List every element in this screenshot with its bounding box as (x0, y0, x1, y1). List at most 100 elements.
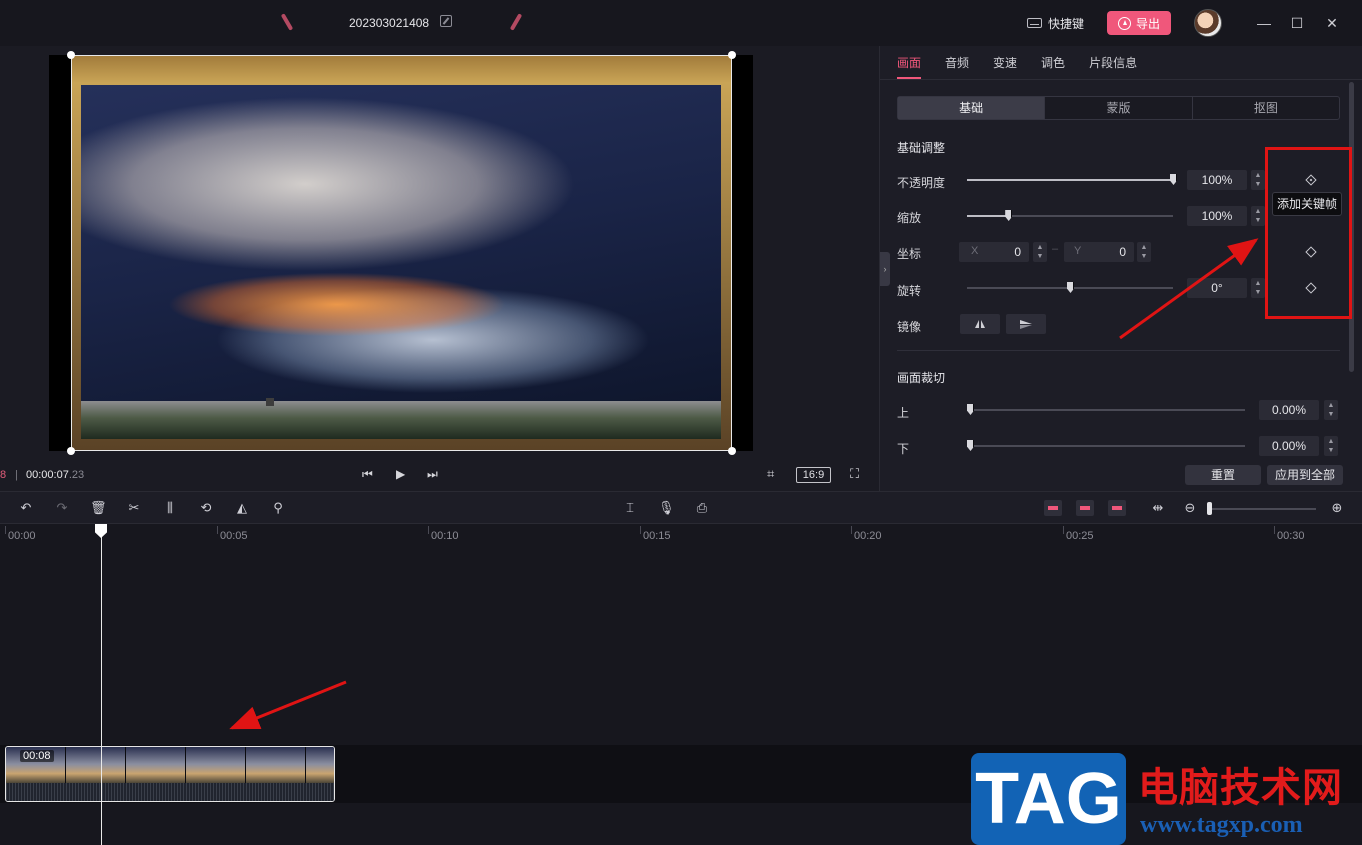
clip-thumbnail (126, 747, 186, 785)
auto-snap-icon[interactable] (1076, 500, 1094, 516)
tab-picture[interactable]: 画面 (897, 46, 922, 79)
annotation-highlight-box (1265, 147, 1352, 319)
zoom-out-icon[interactable]: ⊖ (1182, 500, 1198, 516)
flip-horizontal-icon (975, 320, 985, 328)
maximize-button[interactable]: ☐ (1287, 13, 1307, 33)
timeline-ruler[interactable]: 00:00 00:05 00:10 00:15 00:20 00:25 00:3… (0, 524, 1362, 546)
anchor-point[interactable] (266, 398, 274, 406)
apply-all-button[interactable]: 应用到全部 (1267, 465, 1343, 485)
position-x-stepper[interactable]: ▲ ▼ (1033, 242, 1047, 262)
timecode-frac: .23 (68, 469, 85, 481)
project-title[interactable]: 202303021408 (349, 16, 429, 30)
crop-top-value[interactable]: 0.00% (1259, 400, 1319, 420)
resize-handle-bottom-left[interactable] (67, 447, 75, 455)
ruler-tick (640, 526, 641, 534)
rotation-value[interactable]: 0° (1187, 278, 1247, 298)
playhead-line[interactable] (101, 524, 102, 845)
ruler-label-0: 00:00 (8, 530, 36, 542)
crop-top-stepper[interactable]: ▲ ▼ (1324, 400, 1338, 420)
prev-frame-icon[interactable]: ⏮ (362, 467, 373, 482)
opacity-stepper[interactable]: ▲ ▼ (1251, 170, 1265, 190)
scale-value[interactable]: 100% (1187, 206, 1247, 226)
timeline-zoom-track[interactable] (1210, 508, 1316, 510)
crop-top-slider-thumb[interactable] (967, 404, 974, 415)
avatar[interactable] (1194, 9, 1222, 37)
tab-audio[interactable]: 音频 (945, 46, 969, 79)
opacity-value[interactable]: 100% (1187, 170, 1247, 190)
main-track-magnet-icon[interactable] (1044, 500, 1062, 516)
mirror-icon[interactable]: ◭ (234, 500, 250, 516)
crop-bottom-slider[interactable] (967, 440, 1245, 451)
shortcut-label: 快捷键 (1048, 16, 1085, 31)
opacity-slider[interactable] (967, 174, 1177, 185)
crop-bottom-slider-thumb[interactable] (967, 440, 974, 451)
position-y-axis-label: Y (1074, 245, 1082, 257)
microphone-icon[interactable]: 🎙 (658, 500, 675, 516)
collapse-panel-handle[interactable]: › (880, 252, 890, 286)
panel-tabs: 画面 音频 变速 调色 片段信息 (880, 46, 1362, 80)
scale-stepper[interactable]: ▲ ▼ (1251, 206, 1265, 226)
mirror-vertical-button[interactable] (1006, 314, 1046, 334)
export-button[interactable]: 导出 (1107, 11, 1171, 35)
fullscreen-icon[interactable]: ⛶ (850, 466, 859, 482)
delete-icon[interactable]: 🗑 (90, 500, 107, 516)
resize-handle-top-right[interactable] (728, 51, 736, 59)
segment-cutout[interactable]: 抠图 (1193, 97, 1339, 119)
tab-color[interactable]: 调色 (1041, 46, 1065, 79)
ruler-tick (5, 526, 6, 534)
flip-vertical-icon (1020, 320, 1032, 329)
selection-border[interactable] (71, 55, 732, 451)
text-recognize-icon[interactable]: ⌶ (622, 500, 638, 516)
clip-thumbnail (66, 747, 126, 785)
rotation-stepper[interactable]: ▲ ▼ (1251, 278, 1265, 298)
ruler-label-6: 00:30 (1277, 530, 1305, 542)
preview-axis-icon[interactable]: ⇹ (1150, 500, 1166, 516)
ruler-tick (1274, 526, 1275, 534)
ruler-tick (217, 526, 218, 534)
close-button[interactable]: ✕ (1322, 13, 1342, 33)
scale-slider-thumb[interactable] (1005, 210, 1013, 221)
tab-speed[interactable]: 变速 (993, 46, 1017, 79)
rotation-slider[interactable] (967, 282, 1173, 293)
reverse-icon[interactable]: ⟲ (198, 500, 214, 516)
crop-bottom-value[interactable]: 0.00% (1259, 436, 1319, 456)
timecode-main: 00:00:07 (26, 469, 69, 481)
position-y-stepper[interactable]: ▲ ▼ (1137, 242, 1151, 262)
crop-bottom-stepper[interactable]: ▲ ▼ (1324, 436, 1338, 456)
undo-icon[interactable]: ↶ (18, 500, 34, 516)
position-x-input[interactable]: 0 (959, 242, 1029, 262)
aspect-ratio-button[interactable]: 16:9 (796, 467, 831, 483)
opacity-slider-thumb[interactable] (1170, 174, 1177, 185)
ruler-tick (428, 526, 429, 534)
crop-icon[interactable]: ⌗ (767, 466, 774, 482)
resize-handle-top-left[interactable] (67, 51, 75, 59)
resize-handle-bottom-right[interactable] (728, 447, 736, 455)
crop-top-slider[interactable] (967, 404, 1245, 415)
video-clip[interactable]: 00:08 (5, 746, 335, 802)
play-icon[interactable]: ▶ (396, 467, 405, 481)
scale-slider[interactable] (967, 210, 1173, 221)
reset-button[interactable]: 重置 (1185, 465, 1261, 485)
segment-mask[interactable]: 蒙版 (1045, 97, 1193, 119)
zoom-in-icon[interactable]: ⊕ (1329, 500, 1345, 516)
camera-icon[interactable]: ⎙ (694, 500, 710, 516)
shortcut-button[interactable]: 快捷键 (1027, 13, 1084, 33)
ruler-label-5: 00:25 (1066, 530, 1094, 542)
split-icon[interactable]: ✂ (126, 500, 142, 516)
ruler-tick (851, 526, 852, 534)
watermark-logo: TAG (971, 753, 1126, 845)
timeline-zoom-thumb[interactable] (1207, 502, 1212, 515)
next-frame-icon[interactable]: ⏭ (427, 467, 438, 482)
redo-icon[interactable]: ↷ (54, 500, 70, 516)
crop-bottom-label: 下 (897, 442, 910, 456)
segment-basic[interactable]: 基础 (898, 97, 1046, 119)
crop-top-label: 上 (897, 406, 910, 420)
freeze-frame-icon[interactable]: ⫼ (162, 500, 178, 516)
minimize-button[interactable]: — (1254, 13, 1274, 33)
rotation-slider-thumb[interactable] (1067, 282, 1074, 293)
edit-icon[interactable] (440, 15, 452, 27)
tab-clip-info[interactable]: 片段信息 (1089, 46, 1137, 79)
marker-icon[interactable]: ⚲ (270, 500, 286, 516)
linkage-icon[interactable] (1108, 500, 1126, 516)
mirror-horizontal-button[interactable] (960, 314, 1000, 334)
